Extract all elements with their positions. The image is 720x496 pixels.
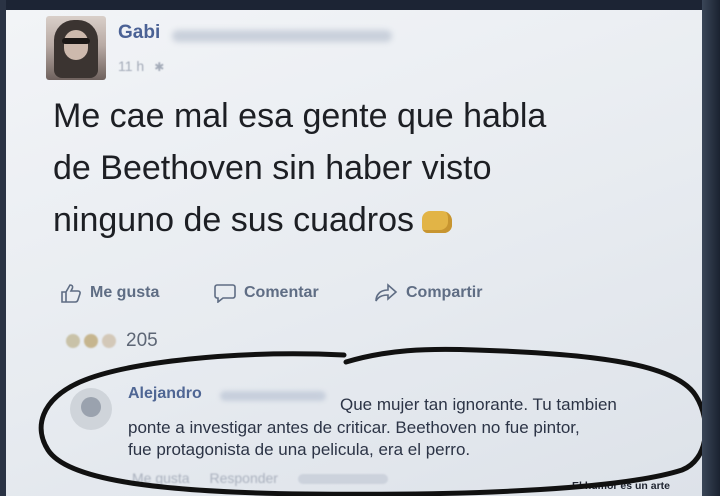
post-text-line: ninguno de sus cuadros (53, 194, 693, 246)
blurred-surname (172, 30, 392, 42)
monitor-bezel-right (702, 0, 720, 496)
reaction-icon (66, 334, 80, 348)
comment-reply-link[interactable]: Responder (209, 470, 278, 486)
comment-text-line: ponte a investigar antes de criticar. Be… (128, 417, 580, 437)
comment-text: Que mujer tan ignorante. Tu tambien pont… (128, 394, 698, 462)
comment-like-link[interactable]: Me gusta (132, 470, 190, 486)
reaction-icon (84, 334, 98, 348)
comment-button[interactable]: Comentar (214, 276, 319, 310)
comment-text-line: fue protagonista de una pelicula, era el… (128, 440, 471, 459)
comment-text-line: Que mujer tan ignorante. Tu tambien (340, 395, 617, 414)
thumbs-up-icon (61, 284, 81, 303)
author-avatar[interactable] (46, 16, 106, 80)
fist-icon (422, 211, 453, 233)
post-text: Me cae mal esa gente que habla de Beetho… (53, 90, 693, 246)
like-button[interactable]: Me gusta (60, 276, 159, 310)
globe-icon: ✱ (154, 60, 165, 74)
watermark: El humor es un arte (572, 480, 671, 492)
comment-item: Alejandro Que mujer tan ignorante. Tu ta… (70, 382, 690, 492)
post-text-line: de Beethoven sin haber visto (53, 149, 492, 187)
reaction-count: 205 (126, 330, 158, 351)
monitor-bezel-top (0, 0, 720, 10)
post-timestamp[interactable]: 11 h ✱ (118, 58, 164, 74)
post-text-line: Me cae mal esa gente que habla (53, 97, 547, 135)
post-action-bar: Me gusta Comentar Compartir (60, 276, 580, 310)
comment-label: Comentar (244, 284, 319, 301)
like-label: Me gusta (90, 284, 160, 301)
blurred-meta (297, 474, 388, 485)
share-button[interactable]: Compartir (374, 276, 482, 310)
post-author-name[interactable]: Gabi (118, 22, 160, 44)
share-label: Compartir (406, 284, 483, 301)
post-text-line-3: ninguno de sus cuadros (53, 201, 415, 239)
comment-bubble-icon (214, 284, 236, 303)
post-time: 11 h (118, 58, 145, 74)
commenter-avatar[interactable] (70, 388, 112, 430)
reactions-summary[interactable]: 205 (66, 330, 158, 352)
facebook-post-screen: Gabi 11 h ✱ Me cae mal esa gente que habl… (6, 10, 702, 496)
reaction-icon (102, 334, 116, 348)
comment-footer: Me gusta Responder (132, 470, 404, 486)
share-arrow-icon (375, 283, 398, 302)
